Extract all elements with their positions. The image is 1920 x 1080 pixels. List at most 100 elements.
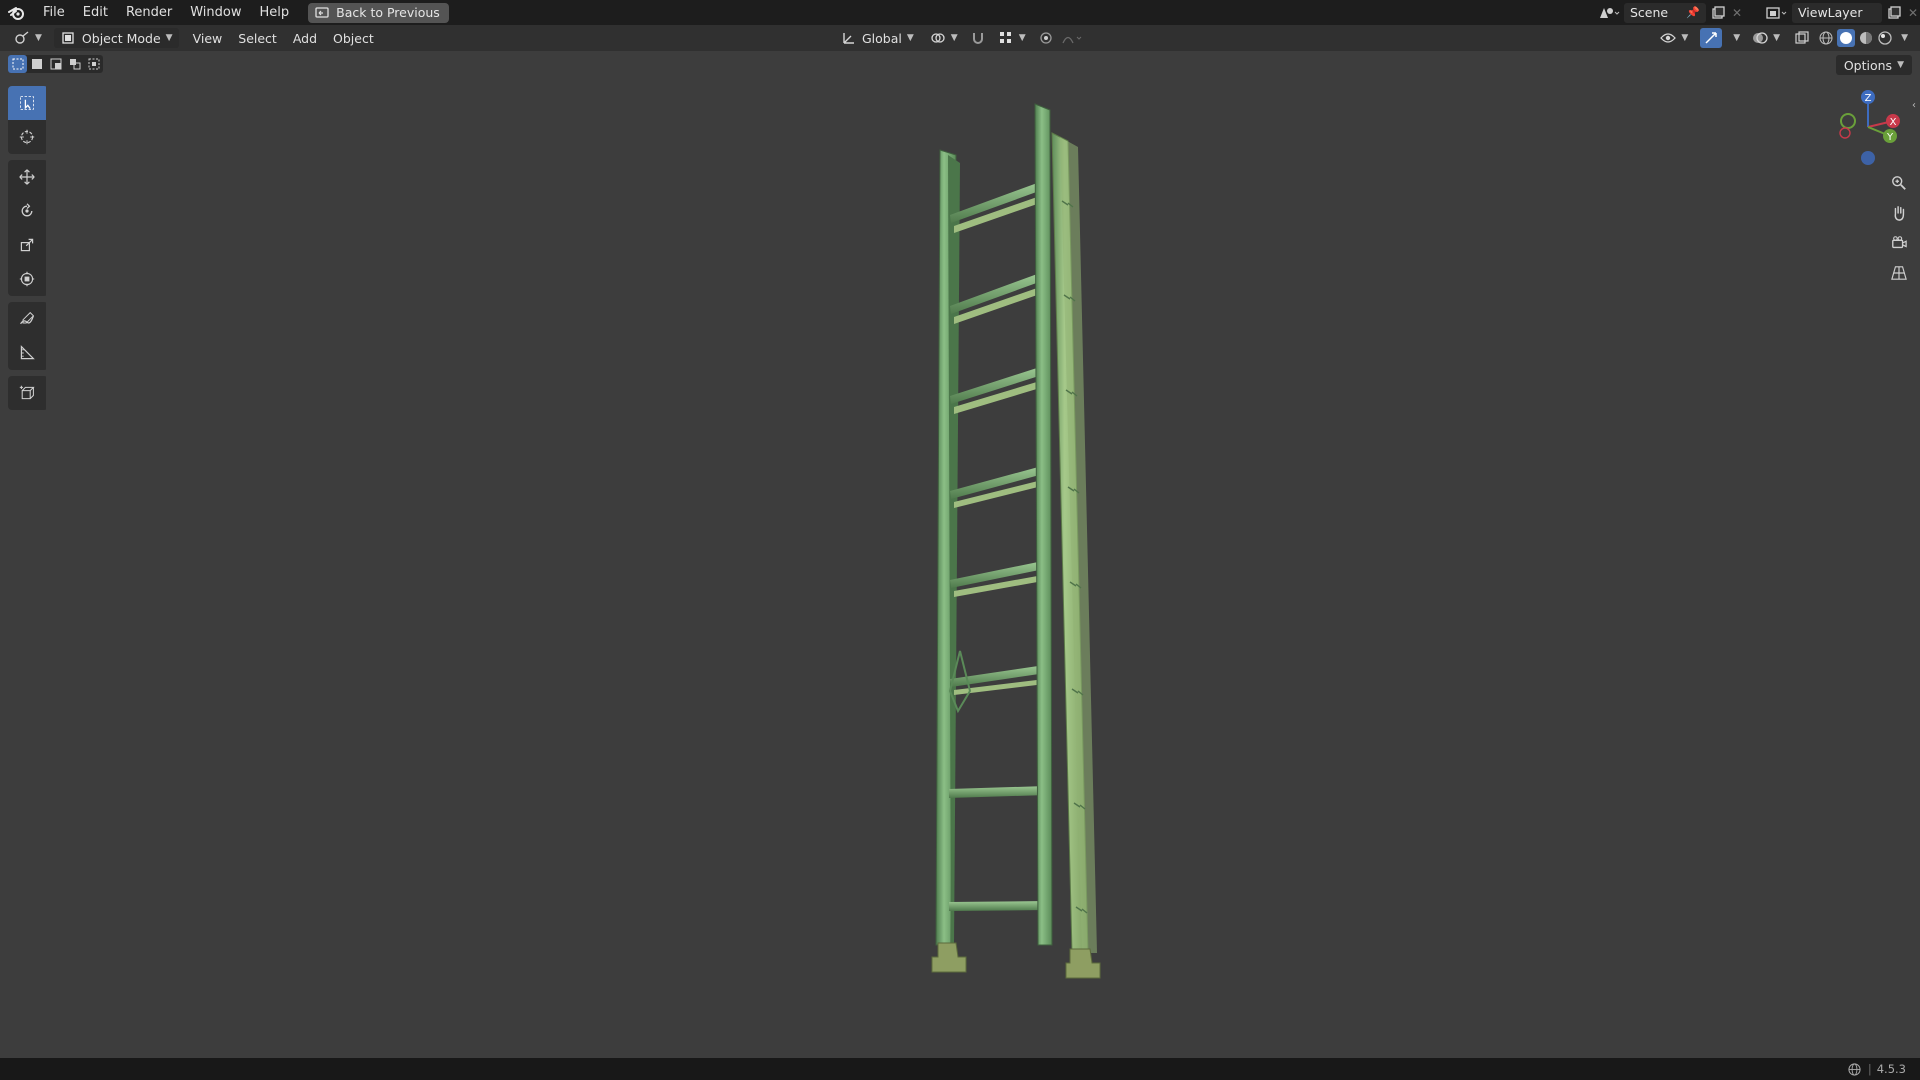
pivot-dropdown[interactable]: ▼ [924, 28, 964, 48]
mode-icon [60, 30, 76, 46]
menu-select[interactable]: Select [232, 28, 283, 48]
remove-view-layer-icon[interactable]: ✕ [1906, 5, 1920, 21]
xray-toggle-icon[interactable] [1792, 30, 1812, 46]
proportional-edit-icon[interactable] [1036, 30, 1056, 46]
snap-toggle-icon[interactable] [968, 30, 988, 46]
pan-button[interactable] [1886, 200, 1912, 226]
ladder-model[interactable] [931, 103, 1101, 979]
back-screen-icon [314, 5, 330, 21]
camera-view-button[interactable] [1886, 230, 1912, 256]
back-to-previous-label: Back to Previous [336, 5, 440, 20]
scale-tool[interactable] [8, 228, 46, 262]
select-intersect-mode[interactable] [84, 55, 103, 73]
pin-icon[interactable]: 📌 [1686, 6, 1700, 19]
chevron-down-icon: ▼ [1773, 33, 1781, 43]
measure-tool[interactable] [8, 336, 46, 370]
select-box-icon [19, 95, 35, 111]
select-new-mode[interactable] [8, 55, 27, 73]
sidebar-toggle-icon[interactable]: ‹ [1912, 100, 1920, 116]
zoom-button[interactable] [1886, 170, 1912, 196]
menu-help[interactable]: Help [251, 0, 299, 25]
gizmo-x-label: X [1890, 117, 1897, 128]
select-box-tool[interactable] [8, 86, 46, 120]
gizmo-toggle[interactable] [1700, 28, 1723, 48]
mode-dropdown[interactable]: Object Mode ▼ [53, 28, 179, 48]
wireframe-shading-icon[interactable] [1818, 30, 1834, 46]
top-bar: File Edit Render Window Help Back to Pre… [0, 0, 1920, 25]
back-to-previous-button[interactable]: Back to Previous [308, 2, 449, 23]
orientation-dropdown[interactable]: Global ▼ [835, 28, 920, 48]
status-separator: | [1867, 1062, 1872, 1076]
menu-object[interactable]: Object [327, 28, 380, 48]
grid-perspective-icon [1891, 265, 1907, 281]
overlay-toggle[interactable]: ▼ [1746, 28, 1786, 48]
menu-add[interactable]: Add [287, 28, 323, 48]
cursor-tool[interactable] [8, 120, 46, 154]
options-dropdown[interactable]: Options ▼ [1835, 55, 1912, 75]
snap-grid-icon [998, 30, 1014, 46]
falloff-icon[interactable] [1060, 30, 1086, 46]
version-label: 4.5.3 [1876, 1062, 1906, 1076]
visibility-dropdown[interactable]: ▼ [1654, 28, 1694, 48]
cursor-icon [19, 129, 35, 145]
select-extend-mode[interactable] [27, 55, 46, 73]
blender-logo-icon[interactable] [0, 0, 34, 25]
orientation-icon [841, 30, 857, 46]
navigation-gizmo[interactable]: Z X Y [1839, 90, 1900, 165]
pan-hand-icon [1891, 205, 1907, 221]
camera-icon [1891, 235, 1907, 251]
scene-name-field[interactable]: Scene 📌 [1624, 2, 1706, 23]
editor-type-button[interactable]: ▼ [8, 28, 48, 48]
selection-mode-group [8, 55, 103, 73]
menu-render[interactable]: Render [117, 0, 181, 25]
gizmo-z-label: Z [1865, 93, 1872, 104]
editor-type-icon [14, 30, 30, 46]
solid-shading-icon[interactable] [1837, 29, 1856, 47]
viewport-display-tools: ▼ ▼ ▼ ▼ [1654, 25, 1908, 51]
shading-dropdown-chevron[interactable]: ▼ [1901, 33, 1908, 43]
scene-selector-icon[interactable] [1594, 5, 1624, 21]
scene-controls: Scene 📌 ✕ ViewLayer ✕ [1594, 0, 1920, 25]
view-layer-field[interactable]: ViewLayer [1792, 2, 1882, 23]
new-scene-icon[interactable] [1706, 5, 1730, 21]
3d-viewport[interactable]: Z X Y [0, 51, 1920, 1058]
rendered-shading-icon[interactable] [1877, 30, 1893, 46]
chevron-down-icon: ▼ [950, 33, 958, 43]
transform-icon [19, 271, 35, 287]
new-view-layer-icon[interactable] [1882, 5, 1906, 21]
zoom-icon [1891, 175, 1907, 191]
pivot-icon [930, 30, 946, 46]
gizmo-neg-x[interactable] [1839, 127, 1851, 139]
ladder-rungs [949, 182, 1048, 911]
rotate-tool[interactable] [8, 194, 46, 228]
annotate-tool[interactable] [8, 302, 46, 336]
gizmo-icon [1703, 30, 1719, 46]
remove-scene-icon[interactable]: ✕ [1730, 5, 1744, 21]
tool-group-add [8, 376, 48, 410]
perspective-toggle-button[interactable] [1886, 260, 1912, 286]
select-subtract-mode[interactable] [46, 55, 65, 73]
view-layer-selector-icon[interactable] [1762, 5, 1792, 21]
chevron-down-icon: ▼ [35, 33, 42, 43]
material-shading-icon[interactable] [1858, 30, 1874, 46]
measure-icon [19, 345, 35, 361]
move-icon [19, 169, 35, 185]
scale-icon [19, 237, 35, 253]
transform-tool[interactable] [8, 262, 46, 296]
snap-dropdown[interactable]: ▼ [992, 28, 1032, 48]
menu-view[interactable]: View [187, 28, 229, 48]
gizmo-neg-y[interactable] [1840, 113, 1856, 129]
gizmo-y-label: Y [1886, 132, 1894, 143]
move-tool[interactable] [8, 160, 46, 194]
gizmo-neg-z[interactable] [1861, 151, 1875, 165]
select-invert-mode[interactable] [65, 55, 84, 73]
transform-tools: Global ▼ ▼ ▼ [835, 25, 1086, 51]
menu-window[interactable]: Window [181, 0, 250, 25]
version-info: | 4.5.3 [1847, 1061, 1920, 1077]
globe-icon [1847, 1061, 1863, 1077]
shading-modes: ▼ [1818, 29, 1908, 47]
menu-file[interactable]: File [34, 0, 74, 25]
gizmo-dropdown-chevron[interactable]: ▼ [1733, 33, 1740, 43]
add-cube-tool[interactable] [8, 376, 46, 410]
menu-edit[interactable]: Edit [74, 0, 117, 25]
